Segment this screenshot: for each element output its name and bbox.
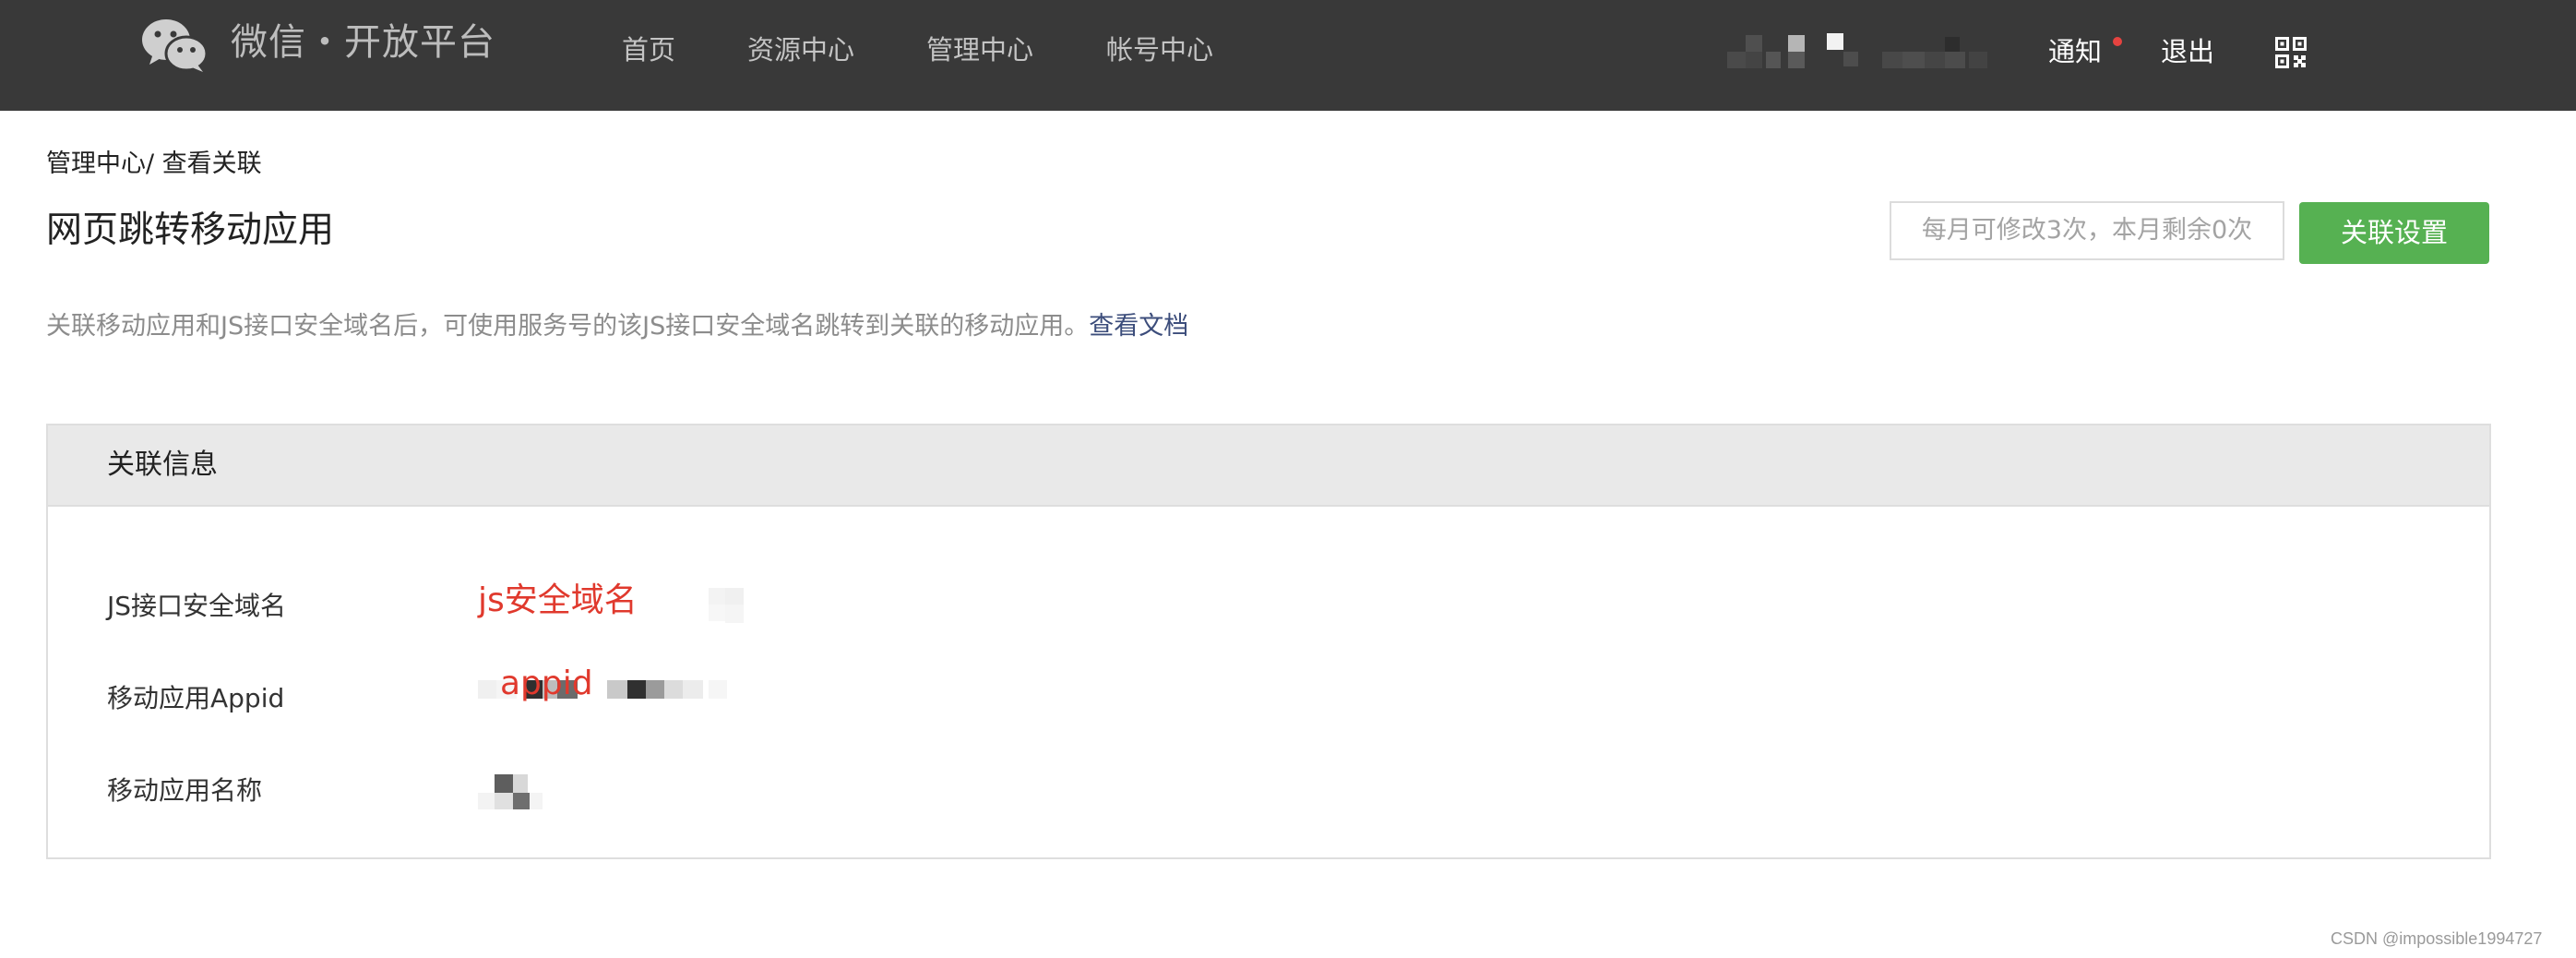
nav-item-home[interactable]: 首页 xyxy=(622,26,675,74)
notification-dot-icon xyxy=(2113,37,2122,46)
view-docs-link[interactable]: 查看文档 xyxy=(1089,312,1188,341)
js-domain-annotation: js安全域名 xyxy=(478,581,638,619)
platform-logo-text[interactable]: 微信・开放平台 xyxy=(231,15,495,70)
app-appid-label: 移动应用Appid xyxy=(107,683,285,713)
modification-limit-info: 每月可修改3次，本月剩余0次 xyxy=(1890,201,2284,260)
panel-header: 关联信息 xyxy=(48,425,2489,507)
wechat-logo-icon[interactable] xyxy=(140,17,210,74)
redacted-js-domain-value xyxy=(709,588,744,623)
top-navigation-bar: 微信・开放平台 首页 资源中心 管理中心 帐号中心 通知 退出 xyxy=(0,0,2576,111)
nav-item-resources[interactable]: 资源中心 xyxy=(747,26,854,74)
panel-title: 关联信息 xyxy=(107,449,218,481)
description-text: 关联移动应用和JS接口安全域名后，可使用服务号的该JS接口安全域名跳转到关联的移… xyxy=(46,306,1188,347)
csdn-watermark: CSDN @impossible1994727 xyxy=(2331,929,2543,948)
nav-item-management[interactable]: 管理中心 xyxy=(926,26,1033,74)
js-domain-label: JS接口安全域名 xyxy=(107,591,287,621)
description-body: 关联移动应用和JS接口安全域名后，可使用服务号的该JS接口安全域名跳转到关联的移… xyxy=(46,312,1090,341)
breadcrumb[interactable]: 管理中心/ 查看关联 xyxy=(46,146,262,183)
association-info-panel: 关联信息 JS接口安全域名 js安全域名 移动应用Appid appid 移动应… xyxy=(46,424,2491,859)
association-settings-button[interactable]: 关联设置 xyxy=(2299,202,2489,264)
app-name-label: 移动应用名称 xyxy=(107,775,263,806)
qr-code-icon[interactable] xyxy=(2275,37,2307,68)
page-title: 网页跳转移动应用 xyxy=(46,210,335,251)
appid-annotation: appid xyxy=(500,665,593,702)
logout-link[interactable]: 退出 xyxy=(2161,28,2214,76)
notifications-link[interactable]: 通知 xyxy=(2048,28,2102,76)
nav-item-account[interactable]: 帐号中心 xyxy=(1106,26,1213,74)
redacted-username[interactable] xyxy=(1727,28,2022,76)
redacted-app-name-value xyxy=(478,774,543,809)
